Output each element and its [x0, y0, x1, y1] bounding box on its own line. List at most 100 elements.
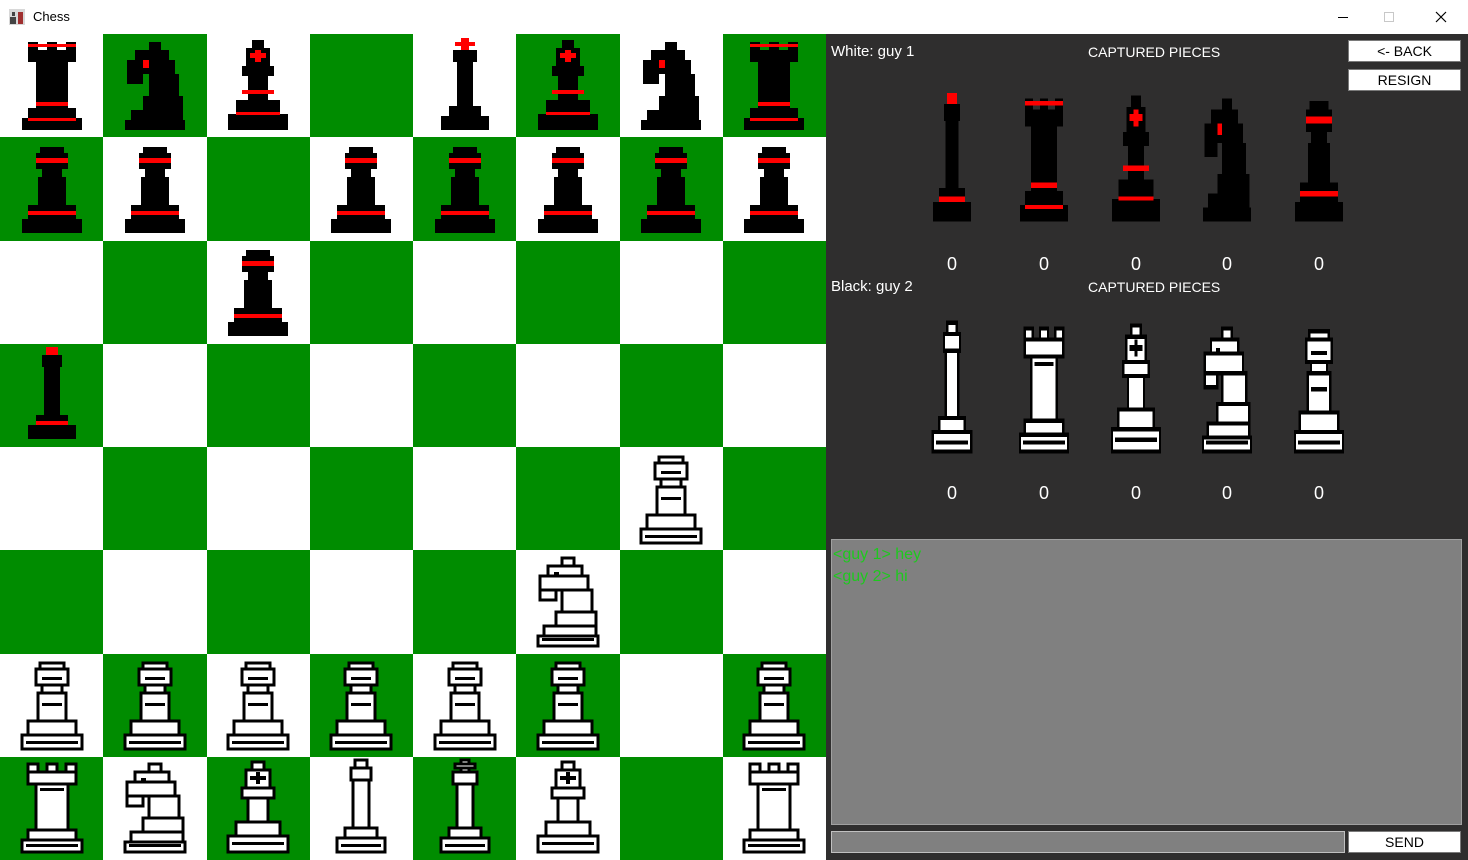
board-square[interactable]: [516, 137, 620, 241]
board-square[interactable]: [722, 447, 826, 551]
white-queen-piece[interactable]: [311, 758, 411, 858]
board-square[interactable]: [413, 653, 517, 757]
white-pawn-piece[interactable]: [415, 655, 515, 755]
black-pawn-piece[interactable]: [621, 139, 721, 239]
black-pawn-piece[interactable]: [724, 139, 824, 239]
white-rook-piece[interactable]: [724, 758, 824, 858]
board-square[interactable]: [103, 137, 207, 241]
board-square[interactable]: [619, 343, 723, 447]
board-square[interactable]: [722, 240, 826, 344]
black-king-piece[interactable]: [415, 36, 515, 136]
black-queen-piece[interactable]: [2, 345, 102, 445]
board-square[interactable]: [206, 343, 310, 447]
board-square[interactable]: [0, 137, 104, 241]
black-pawn-piece[interactable]: [2, 139, 102, 239]
white-rook-piece[interactable]: [2, 758, 102, 858]
board-square[interactable]: [0, 447, 104, 551]
board-square[interactable]: [619, 447, 723, 551]
black-pawn-piece[interactable]: [415, 139, 515, 239]
board-square[interactable]: [206, 137, 310, 241]
chat-log[interactable]: <guy 1> hey <guy 2> hi: [831, 539, 1462, 825]
board-square[interactable]: [0, 34, 104, 138]
board-square[interactable]: [516, 653, 620, 757]
white-pawn-piece[interactable]: [311, 655, 411, 755]
maximize-button[interactable]: [1366, 0, 1412, 34]
board-square[interactable]: [619, 240, 723, 344]
board-square[interactable]: [413, 240, 517, 344]
white-pawn-piece[interactable]: [105, 655, 205, 755]
board-square[interactable]: [309, 447, 413, 551]
white-bishop-piece[interactable]: [208, 758, 308, 858]
white-pawn-piece[interactable]: [2, 655, 102, 755]
board-square[interactable]: [516, 756, 620, 860]
board-square[interactable]: [0, 653, 104, 757]
board-square[interactable]: [413, 550, 517, 654]
black-knight-piece[interactable]: [621, 36, 721, 136]
board-square[interactable]: [309, 137, 413, 241]
board-square[interactable]: [722, 756, 826, 860]
board-square[interactable]: [722, 550, 826, 654]
board-square[interactable]: [309, 756, 413, 860]
white-knight-piece[interactable]: [518, 552, 618, 652]
send-button[interactable]: SEND: [1348, 831, 1461, 853]
board-square[interactable]: [309, 343, 413, 447]
black-rook-piece[interactable]: [2, 36, 102, 136]
black-rook-piece[interactable]: [724, 36, 824, 136]
board-square[interactable]: [206, 447, 310, 551]
black-bishop-piece[interactable]: [518, 36, 618, 136]
minimize-button[interactable]: [1320, 0, 1366, 34]
black-bishop-piece[interactable]: [208, 36, 308, 136]
board-square[interactable]: [413, 343, 517, 447]
board-square[interactable]: [309, 240, 413, 344]
white-pawn-piece[interactable]: [724, 655, 824, 755]
board-square[interactable]: [722, 343, 826, 447]
black-pawn-piece[interactable]: [105, 139, 205, 239]
board-square[interactable]: [103, 550, 207, 654]
board-square[interactable]: [516, 447, 620, 551]
black-pawn-piece[interactable]: [208, 242, 308, 342]
black-knight-piece[interactable]: [105, 36, 205, 136]
board-square[interactable]: [619, 653, 723, 757]
board-square[interactable]: [619, 34, 723, 138]
chat-input[interactable]: [831, 831, 1345, 853]
board-square[interactable]: [103, 653, 207, 757]
board-square[interactable]: [206, 756, 310, 860]
white-pawn-piece[interactable]: [208, 655, 308, 755]
board-square[interactable]: [103, 343, 207, 447]
board-square[interactable]: [413, 447, 517, 551]
close-button[interactable]: [1418, 0, 1464, 34]
white-pawn-piece[interactable]: [621, 449, 721, 549]
board-square[interactable]: [103, 240, 207, 344]
white-king-piece[interactable]: [415, 758, 515, 858]
board-square[interactable]: [722, 653, 826, 757]
board-square[interactable]: [206, 550, 310, 654]
white-bishop-piece[interactable]: [518, 758, 618, 858]
board-square[interactable]: [619, 137, 723, 241]
board-square[interactable]: [722, 34, 826, 138]
board-square[interactable]: [206, 34, 310, 138]
board-square[interactable]: [103, 34, 207, 138]
board-square[interactable]: [413, 756, 517, 860]
board-square[interactable]: [103, 447, 207, 551]
white-knight-piece[interactable]: [105, 758, 205, 858]
black-pawn-piece[interactable]: [518, 139, 618, 239]
board-square[interactable]: [103, 756, 207, 860]
white-pawn-piece[interactable]: [518, 655, 618, 755]
resign-button[interactable]: RESIGN: [1348, 69, 1461, 91]
board-square[interactable]: [413, 137, 517, 241]
black-pawn-piece[interactable]: [311, 139, 411, 239]
board-square[interactable]: [516, 343, 620, 447]
board-square[interactable]: [0, 756, 104, 860]
board-square[interactable]: [619, 550, 723, 654]
board-square[interactable]: [309, 34, 413, 138]
board-square[interactable]: [309, 653, 413, 757]
board-square[interactable]: [206, 240, 310, 344]
board-square[interactable]: [0, 240, 104, 344]
board-square[interactable]: [309, 550, 413, 654]
board-square[interactable]: [619, 756, 723, 860]
board-square[interactable]: [0, 343, 104, 447]
board-square[interactable]: [0, 550, 104, 654]
back-button[interactable]: <- BACK: [1348, 40, 1461, 62]
board-square[interactable]: [516, 550, 620, 654]
board-square[interactable]: [516, 240, 620, 344]
